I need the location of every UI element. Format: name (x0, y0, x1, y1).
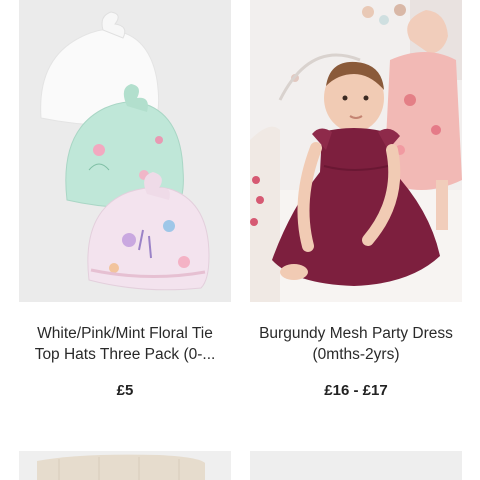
product-price: £16 - £17 (324, 382, 388, 399)
product-title[interactable]: Burgundy Mesh Party Dress (0mths-2yrs) (241, 323, 471, 365)
product-image-next-left[interactable] (19, 451, 231, 480)
product-title[interactable]: White/Pink/Mint Floral Tie Top Hats Thre… (10, 323, 240, 365)
product-image-next-right[interactable] (250, 451, 462, 480)
product-title-line-2: Top Hats Three Pack (0-... (34, 346, 216, 363)
product-title-line-2: (0mths-2yrs) (312, 346, 400, 363)
dress-photo-illustration (250, 0, 462, 302)
hats-illustration (40, 11, 210, 291)
product-title-line-1: Burgundy Mesh Party Dress (259, 325, 453, 342)
product-image-hats[interactable] (19, 0, 231, 302)
product-image-dress[interactable] (250, 0, 462, 302)
product-price: £5 (116, 382, 134, 399)
knit-fabric-image (19, 451, 231, 480)
product-title-line-1: White/Pink/Mint Floral Tie (37, 325, 213, 342)
